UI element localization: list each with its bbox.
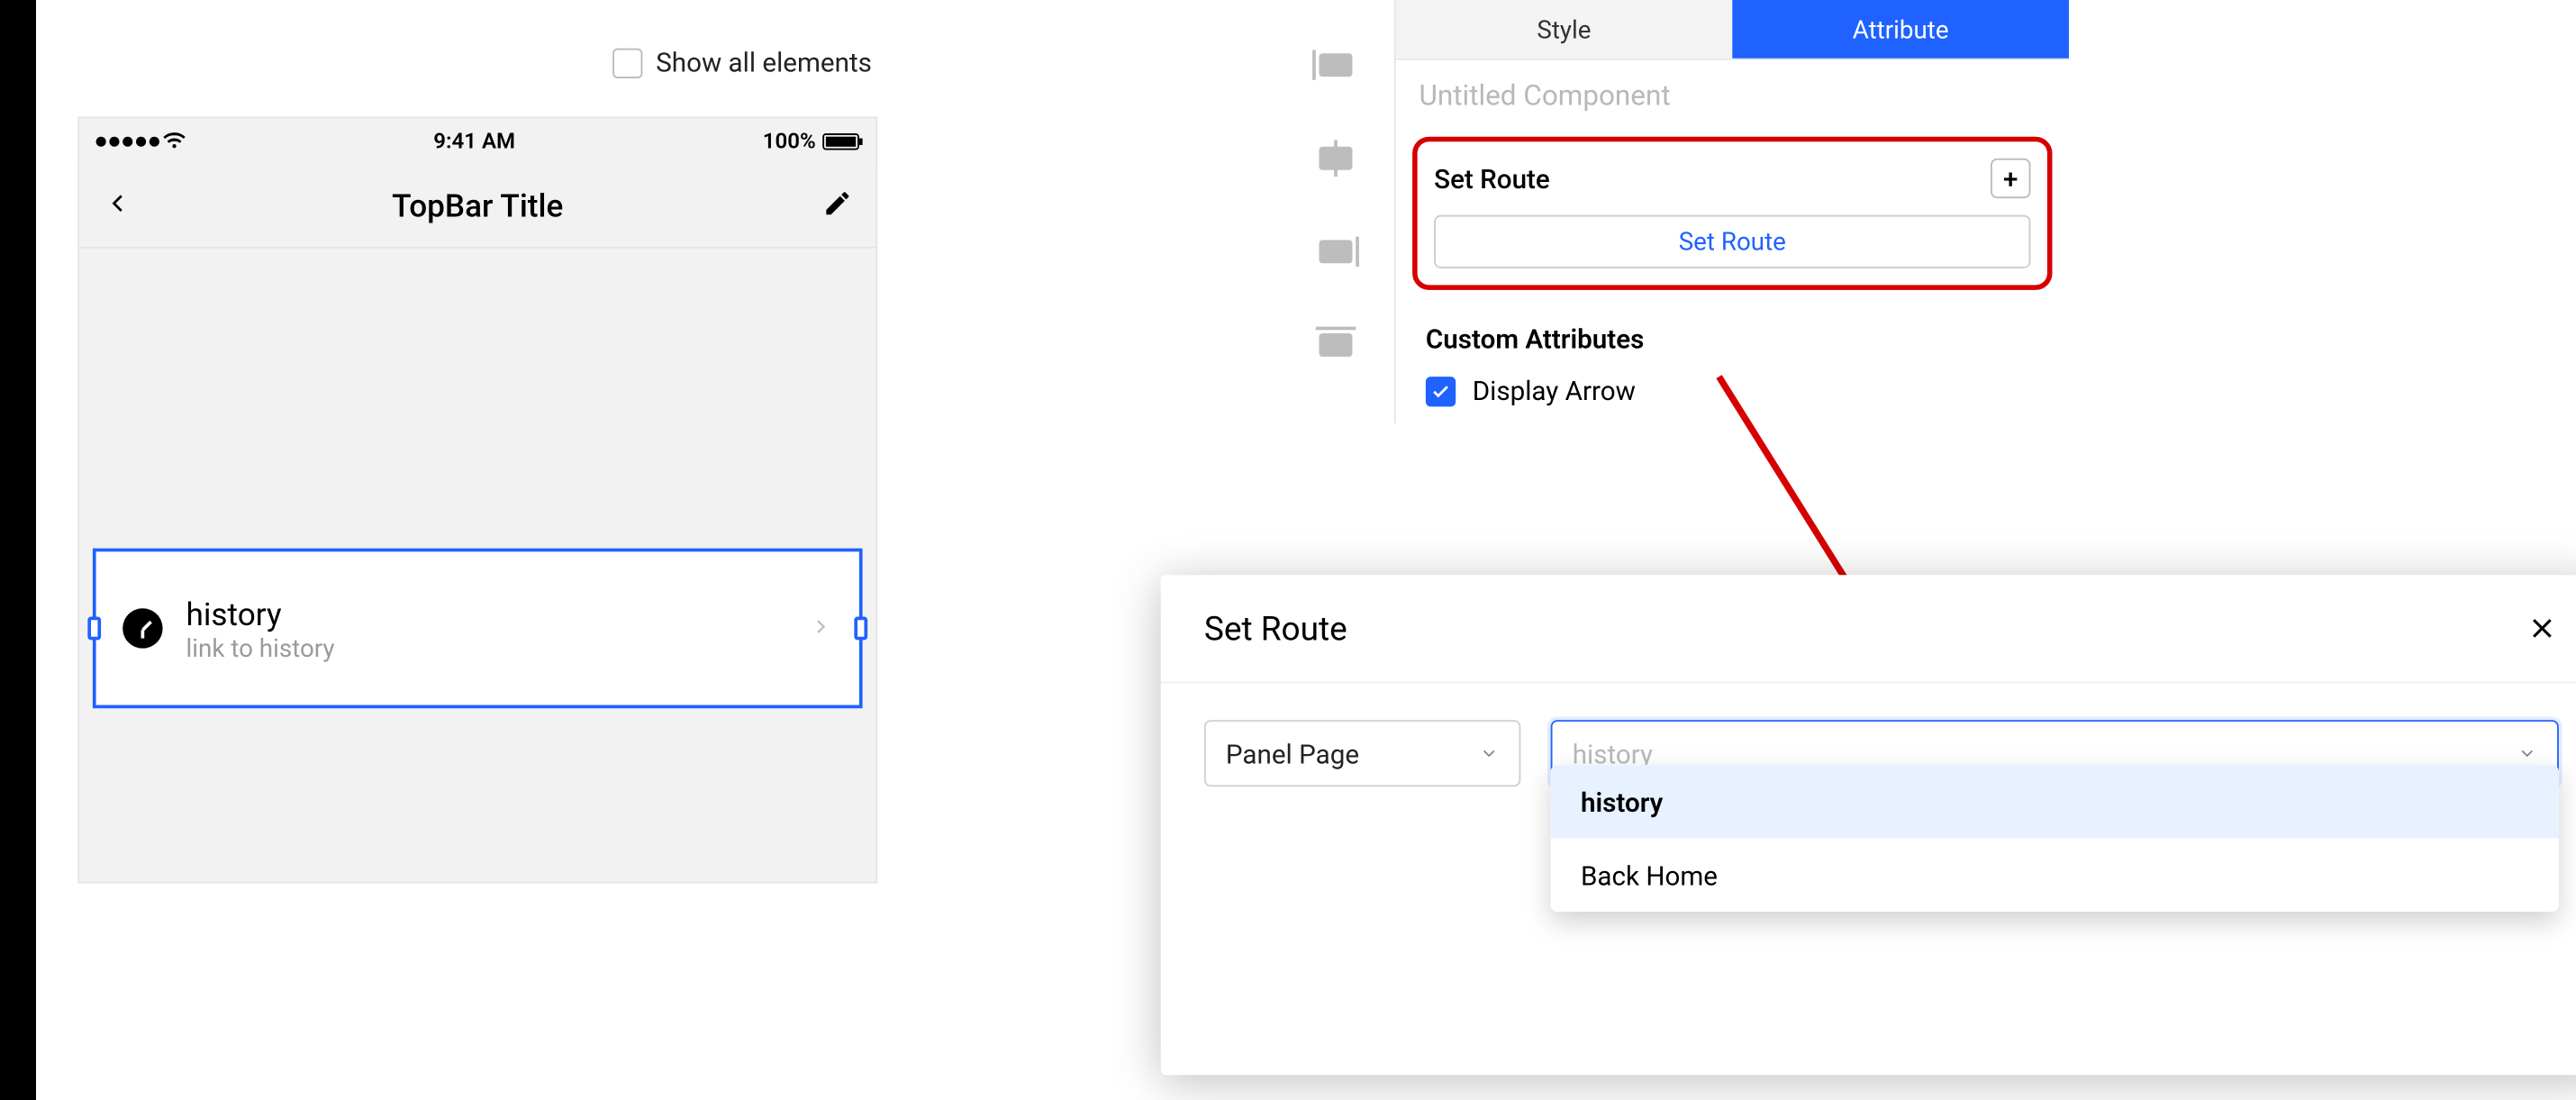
device-preview: 9:41 AM 100% TopBar Title <box>77 117 877 884</box>
tab-style[interactable]: Style <box>1396 0 1733 59</box>
check-icon <box>1430 381 1450 401</box>
resize-handle-left[interactable] <box>87 617 101 641</box>
design-canvas: Show all elements 9:41 AM 100% <box>36 0 1302 884</box>
alignment-toolbar <box>1302 33 1369 584</box>
status-time: 9:41 AM <box>433 129 515 154</box>
clock-icon <box>122 608 162 648</box>
set-route-section-highlight: Set Route + Set Route <box>1412 137 2052 290</box>
show-all-label: Show all elements <box>656 47 872 78</box>
battery-icon <box>822 133 859 150</box>
plus-icon: + <box>2003 162 2018 194</box>
list-item-subtitle: link to history <box>186 632 335 662</box>
add-route-button[interactable]: + <box>1991 159 2030 198</box>
dropdown-option-back-home[interactable]: Back Home <box>1551 839 2559 912</box>
resize-handle-right[interactable] <box>854 617 867 641</box>
route-type-value: Panel Page <box>1226 738 1359 769</box>
set-route-button[interactable]: Set Route <box>1434 215 2030 268</box>
set-route-heading: Set Route <box>1434 162 1550 194</box>
back-arrow-icon[interactable] <box>103 187 132 224</box>
display-arrow-checkbox[interactable] <box>1426 376 1456 405</box>
align-top-icon[interactable] <box>1320 333 1353 357</box>
close-icon <box>2526 612 2559 645</box>
chevron-down-icon <box>1479 738 1499 769</box>
pencil-icon[interactable] <box>822 187 852 224</box>
chevron-right-icon <box>809 613 832 644</box>
topbar-title: TopBar Title <box>392 186 563 225</box>
set-route-modal: Set Route Panel Page history history Bac… <box>1161 575 2576 1075</box>
top-bar: TopBar Title <box>79 165 875 248</box>
route-options-dropdown: history Back Home <box>1551 765 2559 912</box>
align-center-icon[interactable] <box>1320 147 1353 170</box>
list-item-title: history <box>186 595 335 633</box>
wifi-icon <box>163 127 186 157</box>
custom-attributes-heading: Custom Attributes <box>1426 323 2039 355</box>
custom-attributes-section: Custom Attributes Display Arrow <box>1396 306 2069 423</box>
checkbox-unchecked-icon[interactable] <box>612 48 642 77</box>
align-right-icon[interactable] <box>1320 240 1353 263</box>
property-panel: Style Attribute Untitled Component Set R… <box>1394 0 2069 423</box>
component-name-label: Untitled Component <box>1396 60 2069 133</box>
status-bar: 9:41 AM 100% <box>79 118 875 165</box>
show-all-elements-toggle[interactable]: Show all elements <box>612 47 872 78</box>
tab-attribute[interactable]: Attribute <box>1732 0 2069 59</box>
modal-title: Set Route <box>1204 608 1347 648</box>
route-type-select[interactable]: Panel Page <box>1204 720 1521 786</box>
dropdown-option-history[interactable]: history <box>1551 765 2559 838</box>
panel-tabs: Style Attribute <box>1396 0 2069 60</box>
align-left-icon[interactable] <box>1320 53 1353 77</box>
close-button[interactable] <box>2526 612 2559 645</box>
display-arrow-label: Display Arrow <box>1473 375 1636 406</box>
selected-list-item[interactable]: history link to history <box>93 549 863 709</box>
battery-percent: 100% <box>763 129 816 154</box>
signal-wifi-indicator <box>96 127 186 157</box>
battery-indicator: 100% <box>763 129 859 154</box>
